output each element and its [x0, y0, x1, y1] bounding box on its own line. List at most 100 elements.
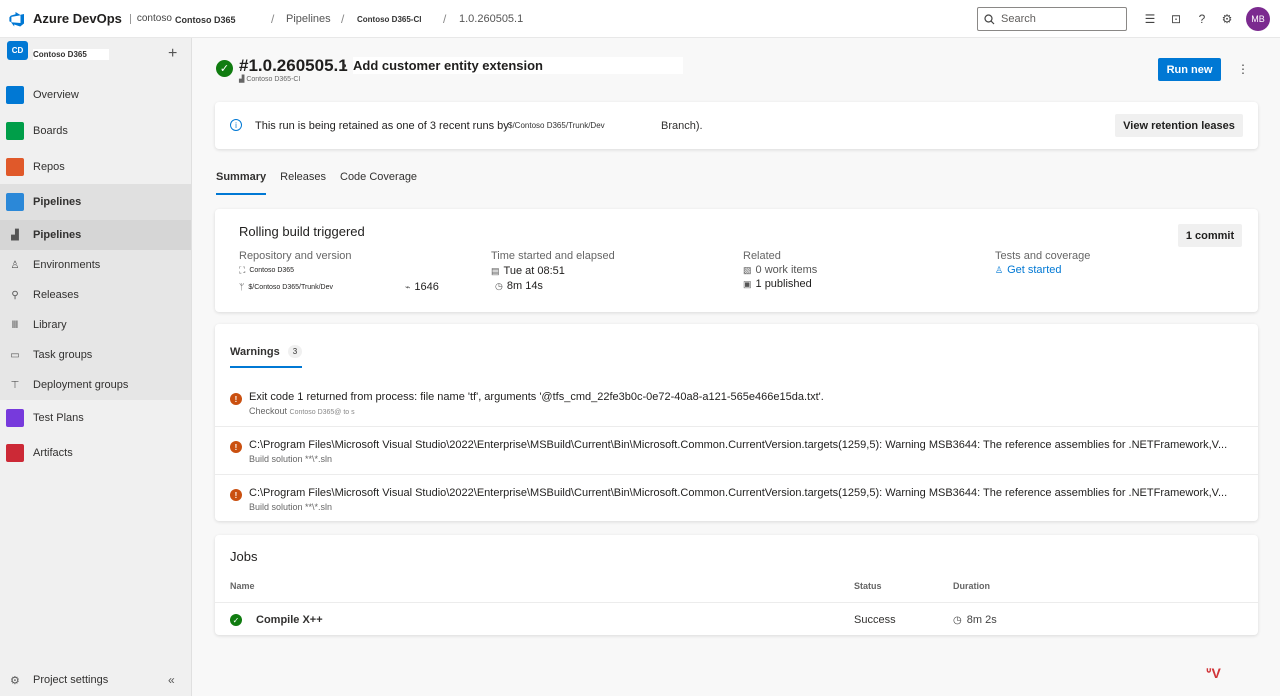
tests-get-started-link[interactable]: ♙ Get started	[995, 264, 1062, 276]
warning-icon: !	[230, 393, 242, 405]
help-icon[interactable]: ?	[1195, 12, 1209, 26]
sidebar-subitem-releases[interactable]: ⚲ Releases	[0, 280, 191, 310]
run-pipeline-name[interactable]: ▟ Contoso D365-CI	[239, 75, 300, 83]
project-badge: CD	[7, 41, 28, 60]
warning-row[interactable]: ! C:\Program Files\Microsoft Visual Stud…	[215, 427, 1258, 475]
branch-icon: ᛘ	[239, 282, 245, 292]
calendar-icon: ▤	[491, 265, 500, 276]
jobs-col-status: Status	[854, 581, 882, 591]
sidebar-item-label: Task groups	[33, 349, 93, 361]
search-icon	[984, 13, 995, 24]
changeset[interactable]: ⌁ 1646	[405, 281, 439, 293]
pipelines-small-icon: ▟	[11, 229, 19, 241]
tests-link-text: Get started	[1007, 264, 1062, 276]
clock-icon: ◷	[495, 280, 503, 291]
sidebar-subitem-deployment-groups[interactable]: ⊤ Deployment groups	[0, 370, 191, 400]
sidebar-item-label: Library	[33, 319, 67, 331]
sidebar-item-label: Pipelines	[33, 196, 82, 208]
watermark-logo: ᐡV	[1206, 665, 1221, 681]
published-artifacts[interactable]: ▣ 1 published	[743, 278, 812, 290]
project-selector[interactable]: CD Contoso D365 +	[0, 38, 191, 72]
breadcrumb-project[interactable]: Contoso D365	[175, 15, 236, 25]
deployment-groups-icon: ⊤	[10, 379, 20, 391]
marketplace-bag-icon[interactable]: ⊡	[1169, 12, 1183, 26]
more-options-icon[interactable]: ⋮	[1237, 62, 1249, 76]
org-name[interactable]: contoso	[129, 13, 172, 24]
breadcrumb-pipelines[interactable]: Pipelines	[286, 13, 331, 25]
work-items[interactable]: ▧ 0 work items	[743, 264, 817, 276]
releases-icon: ⚲	[11, 289, 19, 301]
sidebar-item-test-plans[interactable]: Test Plans	[0, 400, 191, 436]
search-box[interactable]: Search	[977, 7, 1127, 31]
sidebar-item-overview[interactable]: Overview	[0, 77, 191, 113]
changeset-text: 1646	[414, 281, 439, 293]
overview-icon	[6, 86, 24, 104]
trigger-title: Rolling build triggered	[239, 224, 365, 239]
tests-heading: Tests and coverage	[995, 250, 1091, 262]
warnings-count-badge: 3	[287, 345, 303, 358]
top-bar: Azure DevOps contoso Contoso D365 / Pipe…	[0, 0, 1280, 38]
sidebar-subitem-task-groups[interactable]: ▭ Task groups	[0, 340, 191, 370]
warning-icon: !	[230, 489, 242, 501]
project-name: Contoso D365	[33, 49, 109, 60]
tab-code-coverage[interactable]: Code Coverage	[340, 171, 417, 195]
warning-step-detail: Contoso D365@ to s	[289, 409, 355, 416]
user-avatar[interactable]: MB	[1246, 7, 1270, 31]
pipelines-icon	[6, 193, 24, 211]
sidebar-item-label: Repos	[33, 161, 65, 173]
sidebar-item-label: Overview	[33, 89, 79, 101]
pipeline-name-text: Contoso D365-CI	[246, 76, 301, 83]
sidebar-subitem-pipelines[interactable]: ▟ Pipelines	[0, 220, 191, 250]
view-retention-leases-button[interactable]: View retention leases	[1115, 114, 1243, 137]
sidebar-subitem-environments[interactable]: ♙ Environments	[0, 250, 191, 280]
jobs-col-duration: Duration	[953, 581, 990, 591]
tab-summary[interactable]: Summary	[216, 171, 267, 195]
run-new-button[interactable]: Run new	[1158, 58, 1221, 81]
commit-button[interactable]: 1 commit	[1178, 224, 1242, 247]
environments-icon: ♙	[10, 259, 20, 271]
title-separator: •	[342, 58, 347, 73]
jobs-title: Jobs	[230, 549, 258, 564]
brand-name: Azure DevOps	[33, 11, 122, 26]
project-settings[interactable]: ⚙ Project settings «	[0, 668, 191, 692]
sidebar-item-repos[interactable]: Repos	[0, 149, 191, 185]
breadcrumb-pipeline[interactable]: Contoso D365-CI	[357, 15, 421, 24]
tab-releases[interactable]: Releases	[280, 171, 326, 195]
user-settings-icon[interactable]: ⚙	[1220, 12, 1234, 26]
breadcrumb-run[interactable]: 1.0.260505.1	[459, 13, 523, 25]
work-item-icon: ▧	[743, 264, 752, 275]
project-settings-label: Project settings	[33, 674, 109, 686]
tab-warnings[interactable]: Warnings 3	[230, 345, 303, 368]
repo-name[interactable]: ⛶ Contoso D365	[239, 265, 294, 276]
sidebar-item-pipelines[interactable]: Pipelines	[0, 184, 191, 220]
work-items-text: 0 work items	[755, 264, 818, 276]
search-placeholder: Search	[1001, 13, 1036, 25]
logo[interactable]: Azure DevOps contoso	[8, 10, 172, 28]
repo-path[interactable]: ᛘ $/Contoso D365/Trunk/Dev	[239, 282, 333, 292]
sidebar-item-label: Pipelines	[33, 229, 82, 241]
job-row[interactable]: ✓ Compile X++ Success ◷ 8m 2s	[215, 602, 1258, 635]
task-groups-icon: ▭	[10, 349, 20, 361]
sidebar-item-label: Test Plans	[33, 412, 84, 424]
summary-card: Rolling build triggered 1 commit Reposit…	[215, 209, 1258, 312]
warnings-label: Warnings	[230, 345, 280, 358]
sidebar-item-boards[interactable]: Boards	[0, 113, 191, 149]
sidebar-subitem-library[interactable]: Ⅲ Library	[0, 310, 191, 340]
sidebar-item-artifacts[interactable]: Artifacts	[0, 435, 191, 471]
collapse-icon[interactable]: «	[168, 673, 175, 687]
sidebar-item-label: Environments	[33, 259, 101, 271]
warning-step: Checkout	[249, 406, 288, 416]
warning-row[interactable]: ! Exit code 1 returned from process: fil…	[215, 379, 1258, 427]
repos-icon	[6, 158, 24, 176]
warning-icon: !	[230, 441, 242, 453]
warning-message: C:\Program Files\Microsoft Visual Studio…	[249, 439, 1228, 451]
add-icon[interactable]: +	[168, 45, 177, 63]
success-check-icon: ✓	[216, 60, 233, 77]
retention-banner: i This run is being retained as one of 3…	[215, 102, 1258, 149]
published-text: 1 published	[755, 278, 812, 290]
warning-row[interactable]: ! C:\Program Files\Microsoft Visual Stud…	[215, 475, 1258, 523]
library-icon: Ⅲ	[11, 319, 19, 331]
task-list-icon[interactable]: ☰	[1143, 12, 1157, 26]
run-commit-message: Add customer entity extension	[353, 57, 683, 74]
sidebar-item-label: Artifacts	[33, 447, 73, 459]
